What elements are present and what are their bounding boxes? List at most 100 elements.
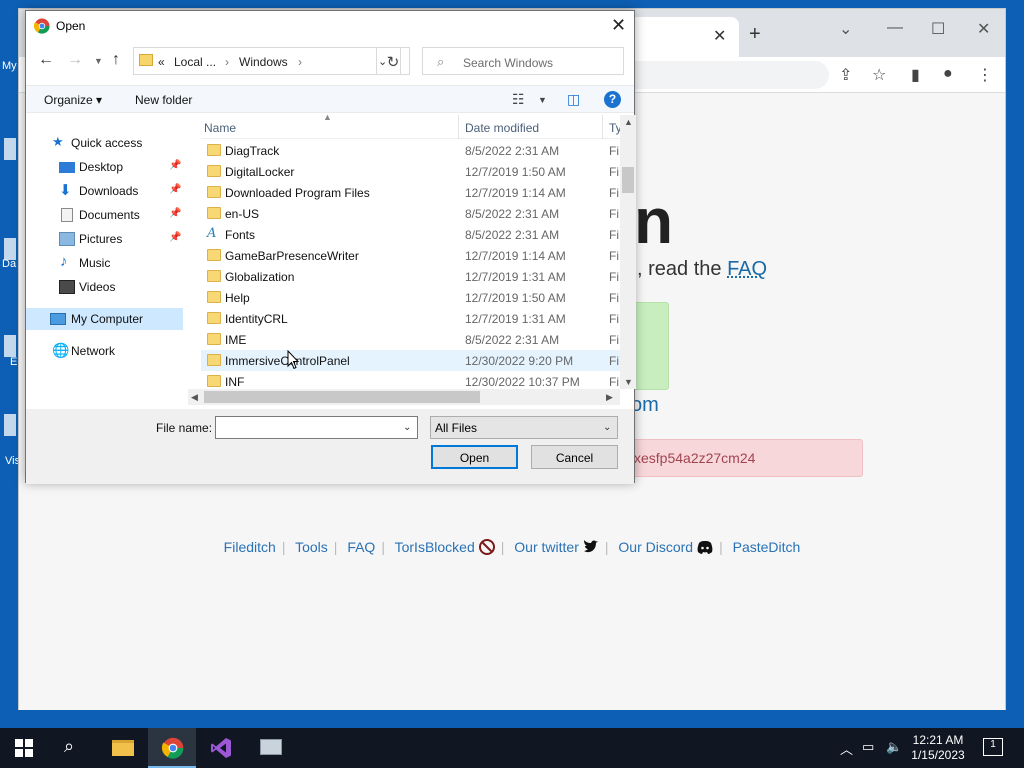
pin-icon: 📌 <box>169 160 182 171</box>
file-type-select[interactable]: All Files ⌄ <box>430 416 618 439</box>
view-options-icon[interactable]: ☷ <box>512 91 525 108</box>
footer-link-fileditch[interactable]: Fileditch <box>224 539 276 555</box>
minimize-icon[interactable]: — <box>887 19 903 37</box>
scroll-up-icon[interactable]: ▲ <box>624 117 633 127</box>
taskbar-search-button[interactable]: ⌕ <box>48 728 96 768</box>
footer-link-discord[interactable]: Our Discord <box>618 539 693 555</box>
breadcrumb-separator-icon[interactable]: › <box>298 55 302 69</box>
system-clock[interactable]: 12:21 AM 1/15/2023 <box>905 733 971 763</box>
file-row[interactable]: ImmersiveControlPanel 12/30/2022 9:20 PM F… <box>201 350 621 371</box>
nav-item-label: Downloads <box>79 184 139 198</box>
file-row[interactable]: GameBarPresenceWriter 12/7/2019 1:14 AM Fi <box>201 245 621 266</box>
horizontal-scroll-thumb[interactable] <box>204 391 480 403</box>
faq-link[interactable]: FAQ <box>727 258 767 280</box>
side-panel-icon[interactable]: ▮ <box>911 65 920 85</box>
nav-item-network[interactable]: 🌐 Network <box>26 340 183 362</box>
column-divider[interactable] <box>602 115 603 139</box>
view-dropdown-icon[interactable]: ▼ <box>538 95 547 105</box>
bookmark-star-icon[interactable]: ☆ <box>872 65 886 85</box>
new-folder-button[interactable]: New folder <box>135 93 192 107</box>
column-date-modified[interactable]: Date modified <box>465 121 539 135</box>
organize-button[interactable]: Organize ▾ <box>44 93 102 107</box>
vertical-scroll-thumb[interactable] <box>622 167 634 193</box>
recent-locations-icon[interactable]: ▼ <box>94 56 103 66</box>
desktop-icon-graphic[interactable] <box>4 335 16 357</box>
nav-item-music[interactable]: ♪ Music <box>26 252 183 274</box>
footer-link-pasteditch[interactable]: PasteDitch <box>733 539 801 555</box>
file-row[interactable]: A Fonts 8/5/2022 2:31 AM Fi <box>201 224 621 245</box>
desktop-icon-label-da[interactable]: Da <box>2 258 16 270</box>
file-row[interactable]: Globalization 12/7/2019 1:31 AM Fi <box>201 266 621 287</box>
file-row[interactable]: DigitalLocker 12/7/2019 1:50 AM Fi <box>201 161 621 182</box>
taskbar-remote-app[interactable] <box>246 728 294 768</box>
taskbar-chrome[interactable] <box>148 728 196 768</box>
file-row[interactable]: DiagTrack 8/5/2022 2:31 AM Fi <box>201 140 621 161</box>
notification-center-icon[interactable]: 1 <box>983 738 1003 756</box>
close-window-icon[interactable]: ✕ <box>977 19 990 39</box>
footer-link-faq[interactable]: FAQ <box>347 539 375 555</box>
close-tab-icon[interactable]: ✕ <box>713 26 726 46</box>
file-row[interactable]: Downloaded Program Files 12/7/2019 1:14 A… <box>201 182 621 203</box>
cancel-button[interactable]: Cancel <box>531 445 618 469</box>
back-arrow-icon[interactable]: ← <box>38 51 54 69</box>
maximize-icon[interactable]: ☐ <box>931 19 945 39</box>
help-icon[interactable]: ? <box>604 91 621 108</box>
column-divider[interactable] <box>458 115 459 139</box>
nav-item-quick-access[interactable]: ★ Quick access <box>26 132 183 154</box>
taskbar-visual-studio[interactable] <box>196 728 244 768</box>
horizontal-scrollbar[interactable]: ◀ ▶ <box>188 389 620 405</box>
footer-link-torisblocked[interactable]: TorIsBlocked <box>395 539 475 555</box>
open-button[interactable]: Open <box>431 445 518 469</box>
search-placeholder: Search Windows <box>463 56 554 70</box>
file-row[interactable]: en-US 8/5/2022 2:31 AM Fi <box>201 203 621 224</box>
file-type: Fi <box>609 186 619 200</box>
volume-icon[interactable]: 🔈 <box>886 739 902 755</box>
footer-link-twitter[interactable]: Our twitter <box>514 539 579 555</box>
file-row[interactable]: Help 12/7/2019 1:50 AM Fi <box>201 287 621 308</box>
breadcrumb-separator-icon[interactable]: › <box>225 55 229 69</box>
share-icon[interactable]: ⇪ <box>839 65 852 85</box>
nav-item-documents[interactable]: Documents 📌 <box>26 204 183 226</box>
file-name-input[interactable]: ⌄ <box>215 416 418 439</box>
nav-item-downloads[interactable]: ⬇ Downloads 📌 <box>26 180 183 202</box>
taskbar-file-explorer[interactable] <box>98 728 146 768</box>
desktop-icon-label-e[interactable]: E <box>10 356 17 368</box>
breadcrumb-windows[interactable]: Windows <box>239 55 288 69</box>
file-row[interactable]: IdentityCRL 12/7/2019 1:31 AM Fi <box>201 308 621 329</box>
file-name: en-US <box>225 207 260 221</box>
file-name-dropdown-icon[interactable]: ⌄ <box>403 422 411 433</box>
vertical-scrollbar[interactable]: ▲ ▼ <box>620 115 636 389</box>
profile-icon[interactable]: ● <box>943 65 953 83</box>
footer-link-tools[interactable]: Tools <box>295 539 328 555</box>
start-button[interactable] <box>0 728 48 768</box>
search-input[interactable]: ⌕ Search Windows <box>422 47 624 75</box>
nav-item-pictures[interactable]: Pictures 📌 <box>26 228 183 250</box>
network-tray-icon[interactable]: ▭ <box>862 739 874 755</box>
scroll-down-icon[interactable]: ▼ <box>624 377 633 387</box>
menu-icon[interactable]: ⋮ <box>977 65 993 85</box>
scroll-left-icon[interactable]: ◀ <box>191 392 198 403</box>
desktop-icon-graphic[interactable] <box>4 138 16 160</box>
desktop-icon-graphic[interactable] <box>4 238 16 260</box>
breadcrumb-local[interactable]: Local ... <box>174 55 216 69</box>
new-tab-icon[interactable]: + <box>749 23 761 46</box>
desktop-icon-graphic[interactable] <box>4 414 16 436</box>
refresh-button[interactable]: ↻ <box>376 47 410 75</box>
column-name[interactable]: Name <box>204 121 236 135</box>
nav-item-desktop[interactable]: Desktop 📌 <box>26 156 183 178</box>
scroll-right-icon[interactable]: ▶ <box>606 392 613 403</box>
address-breadcrumb[interactable]: « Local ... › Windows › ⌄ <box>133 47 401 75</box>
up-arrow-icon[interactable]: ↑ <box>112 51 120 69</box>
nav-item-my-computer[interactable]: My Computer <box>26 308 183 330</box>
file-name: INF <box>225 375 245 389</box>
desktop-icon-label-mycomputer[interactable]: My <box>2 60 17 72</box>
file-row[interactable]: IME 8/5/2022 2:31 AM Fi <box>201 329 621 350</box>
preview-pane-icon[interactable]: ◫ <box>567 91 580 108</box>
tab-search-icon[interactable]: ⌄ <box>839 19 852 39</box>
show-hidden-icons-icon[interactable]: ︿ <box>840 739 853 758</box>
address-bar[interactable] <box>619 61 829 89</box>
nav-item-videos[interactable]: Videos <box>26 276 183 298</box>
forward-arrow-icon[interactable]: → <box>67 51 83 69</box>
breadcrumb-overflow[interactable]: « <box>158 55 165 69</box>
close-dialog-icon[interactable]: ✕ <box>611 15 626 36</box>
